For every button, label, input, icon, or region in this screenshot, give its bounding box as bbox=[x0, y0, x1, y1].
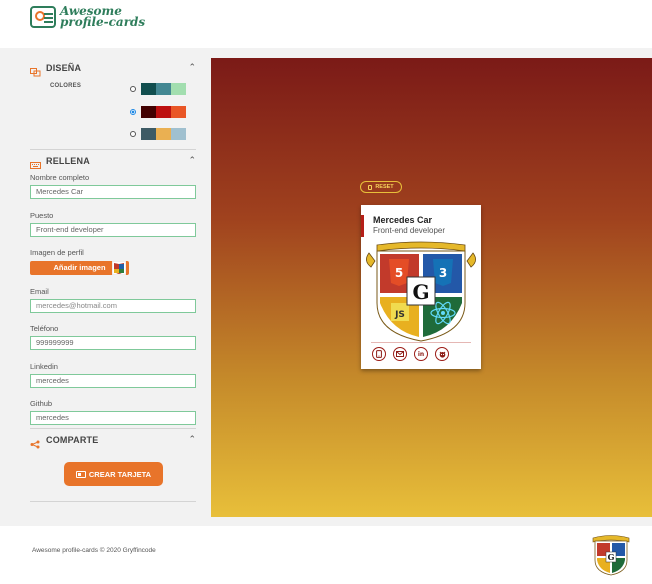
job-input[interactable]: Front-end developer bbox=[30, 223, 196, 237]
github-input[interactable]: mercedes bbox=[30, 411, 196, 425]
name-label: Nombre completo bbox=[30, 173, 90, 182]
palette-option-1[interactable] bbox=[130, 83, 186, 95]
linkedin-input[interactable]: mercedes bbox=[30, 374, 196, 388]
linkedin-label: Linkedin bbox=[30, 362, 58, 371]
palette-radio-1[interactable] bbox=[130, 86, 136, 92]
reset-label: RESET bbox=[375, 184, 394, 190]
svg-text:3: 3 bbox=[439, 266, 447, 280]
card-job: Front-end developer bbox=[373, 226, 446, 235]
mobile-icon[interactable] bbox=[372, 347, 386, 361]
divider bbox=[30, 428, 196, 429]
fill-section-title: RELLENA bbox=[46, 156, 90, 166]
reset-button[interactable]: RESET bbox=[360, 181, 402, 193]
palette-radio-3[interactable] bbox=[130, 131, 136, 137]
app-logo[interactable]: Awesome profile-cards bbox=[30, 5, 146, 29]
logo-line-2: profile-cards bbox=[60, 15, 146, 29]
swatch-1-2 bbox=[156, 83, 171, 95]
header: Awesome profile-cards bbox=[0, 0, 652, 48]
swatch-3-1 bbox=[141, 128, 156, 140]
fill-section-header[interactable]: RELLENA ⌃ bbox=[30, 153, 196, 169]
github-label: Github bbox=[30, 399, 53, 408]
team-crest-logo: G bbox=[590, 532, 632, 576]
email-input[interactable]: mercedes@hotmail.com bbox=[30, 299, 196, 313]
card-divider bbox=[371, 342, 471, 343]
chevron-up-icon[interactable]: ⌃ bbox=[188, 62, 196, 73]
swatch-2-3 bbox=[171, 106, 186, 118]
swatch-2-2 bbox=[156, 106, 171, 118]
palette-icon bbox=[30, 64, 41, 76]
swatch-3-2 bbox=[156, 128, 171, 140]
card-profile-image: 5 3 JS G bbox=[361, 241, 481, 342]
card-name: Mercedes Car bbox=[373, 215, 433, 225]
divider bbox=[30, 501, 196, 502]
colors-label: COLORES bbox=[50, 83, 82, 89]
keyboard-icon bbox=[30, 157, 41, 169]
palette-option-3[interactable] bbox=[130, 128, 186, 140]
swatch-3-3 bbox=[171, 128, 186, 140]
envelope-icon[interactable] bbox=[393, 347, 407, 361]
create-card-button[interactable]: CREAR TARJETA bbox=[64, 462, 163, 486]
id-card-icon bbox=[75, 470, 86, 478]
svg-text:G: G bbox=[608, 552, 615, 562]
job-label: Puesto bbox=[30, 211, 54, 220]
card-accent-bar bbox=[361, 215, 364, 237]
phone-input[interactable]: 999999999 bbox=[30, 336, 196, 350]
design-section-title: DISEÑA bbox=[46, 63, 82, 73]
card-preview-panel: RESET Mercedes Car Front-end developer 5… bbox=[211, 58, 652, 517]
main-area: DISEÑA ⌃ COLORES RELLENA ⌃ Nombre comple… bbox=[0, 48, 652, 526]
image-label: Imagen de perfil bbox=[30, 248, 84, 257]
divider bbox=[30, 149, 196, 150]
design-section-header[interactable]: DISEÑA ⌃ bbox=[30, 60, 196, 76]
linkedin-icon[interactable]: in bbox=[414, 347, 428, 361]
swatch-2-1 bbox=[141, 106, 156, 118]
logo-text: Awesome profile-cards bbox=[60, 5, 146, 29]
share-section-title: COMPARTE bbox=[46, 435, 99, 445]
trash-icon bbox=[368, 184, 373, 190]
svg-text:JS: JS bbox=[394, 310, 405, 320]
swatch-1-3 bbox=[171, 83, 186, 95]
profile-card: Mercedes Car Front-end developer 5 3 JS … bbox=[361, 205, 481, 369]
svg-text:5: 5 bbox=[395, 266, 403, 280]
profile-image-thumbnail bbox=[111, 260, 127, 276]
github-icon[interactable] bbox=[435, 347, 449, 361]
svg-text:G: G bbox=[412, 280, 429, 304]
footer-copyright: Awesome profile-cards © 2020 Gryffincode bbox=[32, 547, 156, 554]
footer: Awesome profile-cards © 2020 Gryffincode… bbox=[0, 526, 652, 584]
palette-option-2[interactable] bbox=[130, 106, 186, 118]
swatch-1-1 bbox=[141, 83, 156, 95]
form-sidebar: DISEÑA ⌃ COLORES RELLENA ⌃ Nombre comple… bbox=[30, 48, 196, 526]
name-input[interactable]: Mercedes Car bbox=[30, 185, 196, 199]
chevron-up-icon[interactable]: ⌃ bbox=[188, 434, 196, 445]
profile-card-icon bbox=[30, 6, 56, 28]
card-social-links: in bbox=[372, 347, 456, 361]
share-section-header[interactable]: COMPARTE ⌃ bbox=[30, 432, 196, 448]
chevron-up-icon[interactable]: ⌃ bbox=[188, 155, 196, 166]
email-label: Email bbox=[30, 287, 49, 296]
phone-label: Teléfono bbox=[30, 324, 59, 333]
share-icon bbox=[30, 436, 41, 448]
palette-radio-2[interactable] bbox=[130, 109, 136, 115]
create-card-label: CREAR TARJETA bbox=[88, 469, 152, 479]
